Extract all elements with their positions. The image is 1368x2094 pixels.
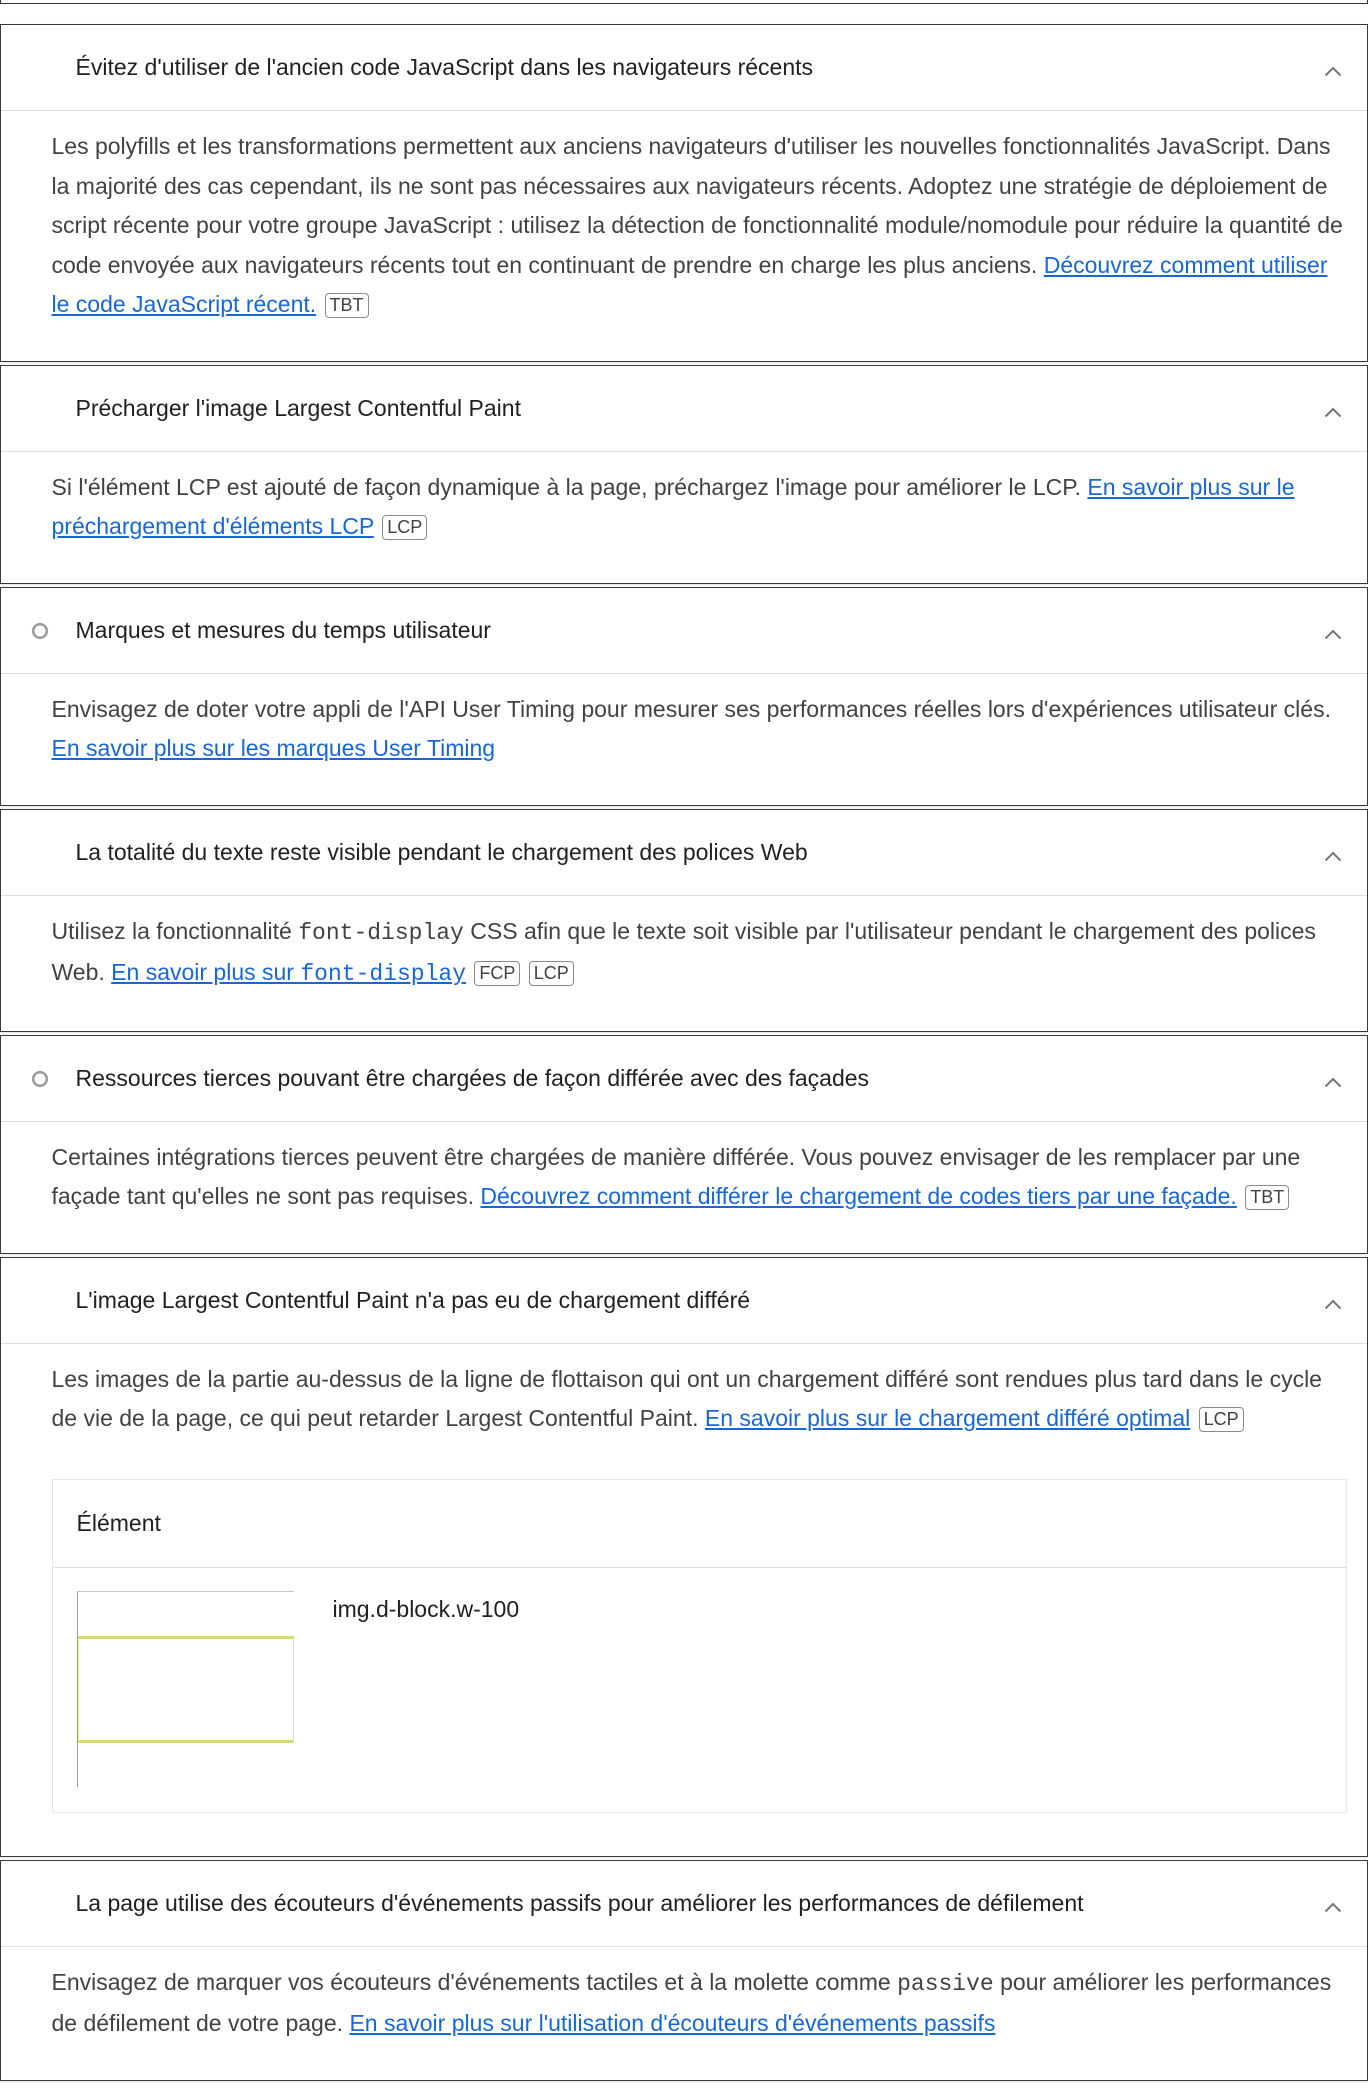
table-header-cell: Élément (52, 1480, 1346, 1568)
chevron-stroke[interactable] (1324, 407, 1342, 417)
chevron-stroke[interactable] (1324, 66, 1342, 77)
description-code: font-display (298, 919, 464, 946)
metric-badge: TBT (324, 293, 369, 318)
description-code: passive (897, 1970, 994, 1997)
audit-description: Si l'élément LCP est ajouté de façon dyn… (1, 452, 1367, 583)
chevron-up-icon[interactable] (1324, 629, 1342, 640)
audit-title: Marques et mesures du temps utilisateur (75, 616, 491, 643)
chevron-up-icon[interactable] (1324, 1902, 1342, 1913)
learn-more-link-text[interactable]: En savoir plus sur (111, 959, 294, 985)
audit-header[interactable]: L'image Largest Contentful Paint n'a pas… (1, 1258, 1367, 1344)
learn-more-link[interactable]: En savoir plus sur les marques User Timi… (52, 735, 496, 761)
circle-icon (31, 1070, 48, 1087)
metric-badge: LCP (382, 515, 428, 540)
audit-header[interactable]: Ressources tierces pouvant être chargées… (1, 1036, 1367, 1122)
audit-passive-listeners: La page utilise des écouteurs d'événemen… (0, 1859, 1368, 2081)
audit-prioritize-lcp-image: Précharger l'image Largest Contentful Pa… (0, 364, 1368, 584)
metric-badge: LCP (1198, 1407, 1244, 1432)
audit-description: Envisagez de doter votre appli de l'API … (1, 674, 1367, 805)
audit-description: Envisagez de marquer vos écouteurs d'évé… (1, 1947, 1367, 2080)
chevron-up-icon[interactable] (1324, 407, 1342, 418)
audit-header[interactable]: La page utilise des écouteurs d'événemen… (1, 1861, 1367, 1947)
chevron-up-icon[interactable] (1324, 66, 1342, 77)
metric-badge: LCP (528, 961, 574, 986)
table-row: img.d-block.w-100 (53, 1568, 1347, 1812)
learn-more-link[interactable]: En savoir plus sur font-display (111, 959, 466, 987)
audit-third-party-facades: Ressources tierces pouvant être chargées… (0, 1034, 1368, 1254)
audit-description: Certaines intégrations tierces peuvent ê… (1, 1122, 1367, 1253)
audit-header[interactable]: La totalité du texte reste visible penda… (1, 810, 1367, 896)
audit-list: Évitez d'utiliser de l'ancien code JavaS… (0, 4, 1368, 2081)
metric-badge: TBT (1245, 1185, 1290, 1210)
audit-user-timings: Marques et mesures du temps utilisateur … (0, 586, 1368, 806)
chevron-stroke[interactable] (1324, 1077, 1342, 1087)
highlighted-element-box (77, 1635, 294, 1743)
learn-more-link[interactable]: En savoir plus sur l'utilisation d'écout… (349, 2010, 995, 2036)
details-table: Élément img.d-block.w-100 (51, 1478, 1347, 1813)
audit-description: Utilisez la fonctionnalité font-display … (1, 896, 1367, 1031)
description-text: Envisagez de marquer vos écouteurs d'évé… (51, 1968, 891, 1995)
audit-title: L'image Largest Contentful Paint n'a pas… (75, 1286, 751, 1313)
chevron-stroke[interactable] (1324, 1299, 1342, 1309)
chevron-up-icon[interactable] (1324, 851, 1342, 862)
audit-font-display: La totalité du texte reste visible penda… (0, 808, 1368, 1032)
audit-header[interactable]: Précharger l'image Largest Contentful Pa… (1, 366, 1367, 452)
node-selector-label: img.d-block.w-100 (332, 1595, 520, 1622)
description-text: Si l'élément LCP est ajouté de façon dyn… (51, 473, 1082, 500)
metric-badge: FCP (474, 961, 521, 986)
audit-title: Ressources tierces pouvant être chargées… (75, 1064, 870, 1091)
chevron-stroke[interactable] (1324, 1902, 1342, 1912)
audit-legacy-javascript: Évitez d'utiliser de l'ancien code JavaS… (0, 24, 1368, 362)
audit-description: Les images de la partie au-dessus de la … (1, 1344, 1367, 1856)
description-text: Utilisez la fonctionnalité (51, 917, 292, 944)
chevron-stroke[interactable] (1324, 851, 1342, 861)
audit-title: La totalité du texte reste visible penda… (75, 838, 808, 865)
circle-icon (31, 622, 48, 639)
audit-header[interactable]: Évitez d'utiliser de l'ancien code JavaS… (1, 25, 1367, 111)
chevron-up-icon[interactable] (1324, 1299, 1342, 1310)
learn-more-link-code[interactable]: font-display (300, 961, 466, 987)
element-screenshot-thumbnail (76, 1590, 294, 1787)
circle-icon-ring (31, 1070, 48, 1087)
learn-more-link[interactable]: En savoir plus sur le chargement différé… (705, 1405, 1190, 1431)
chevron-up-icon[interactable] (1324, 1077, 1342, 1088)
audit-title: Précharger l'image Largest Contentful Pa… (75, 394, 521, 421)
audit-title: La page utilise des écouteurs d'événemen… (75, 1889, 1084, 1916)
audit-title: Évitez d'utiliser de l'ancien code JavaS… (75, 54, 814, 80)
audit-header[interactable]: Marques et mesures du temps utilisateur (1, 588, 1367, 674)
learn-more-link[interactable]: Découvrez comment différer le chargement… (480, 1183, 1236, 1209)
audit-description: Les polyfills et les transformations per… (1, 111, 1367, 361)
chevron-stroke[interactable] (1324, 629, 1342, 639)
audit-lcp-lazy-loaded: L'image Largest Contentful Paint n'a pas… (0, 1256, 1368, 1857)
circle-icon-ring (31, 622, 48, 639)
description-text: Envisagez de doter votre appli de l'API … (51, 695, 1331, 722)
